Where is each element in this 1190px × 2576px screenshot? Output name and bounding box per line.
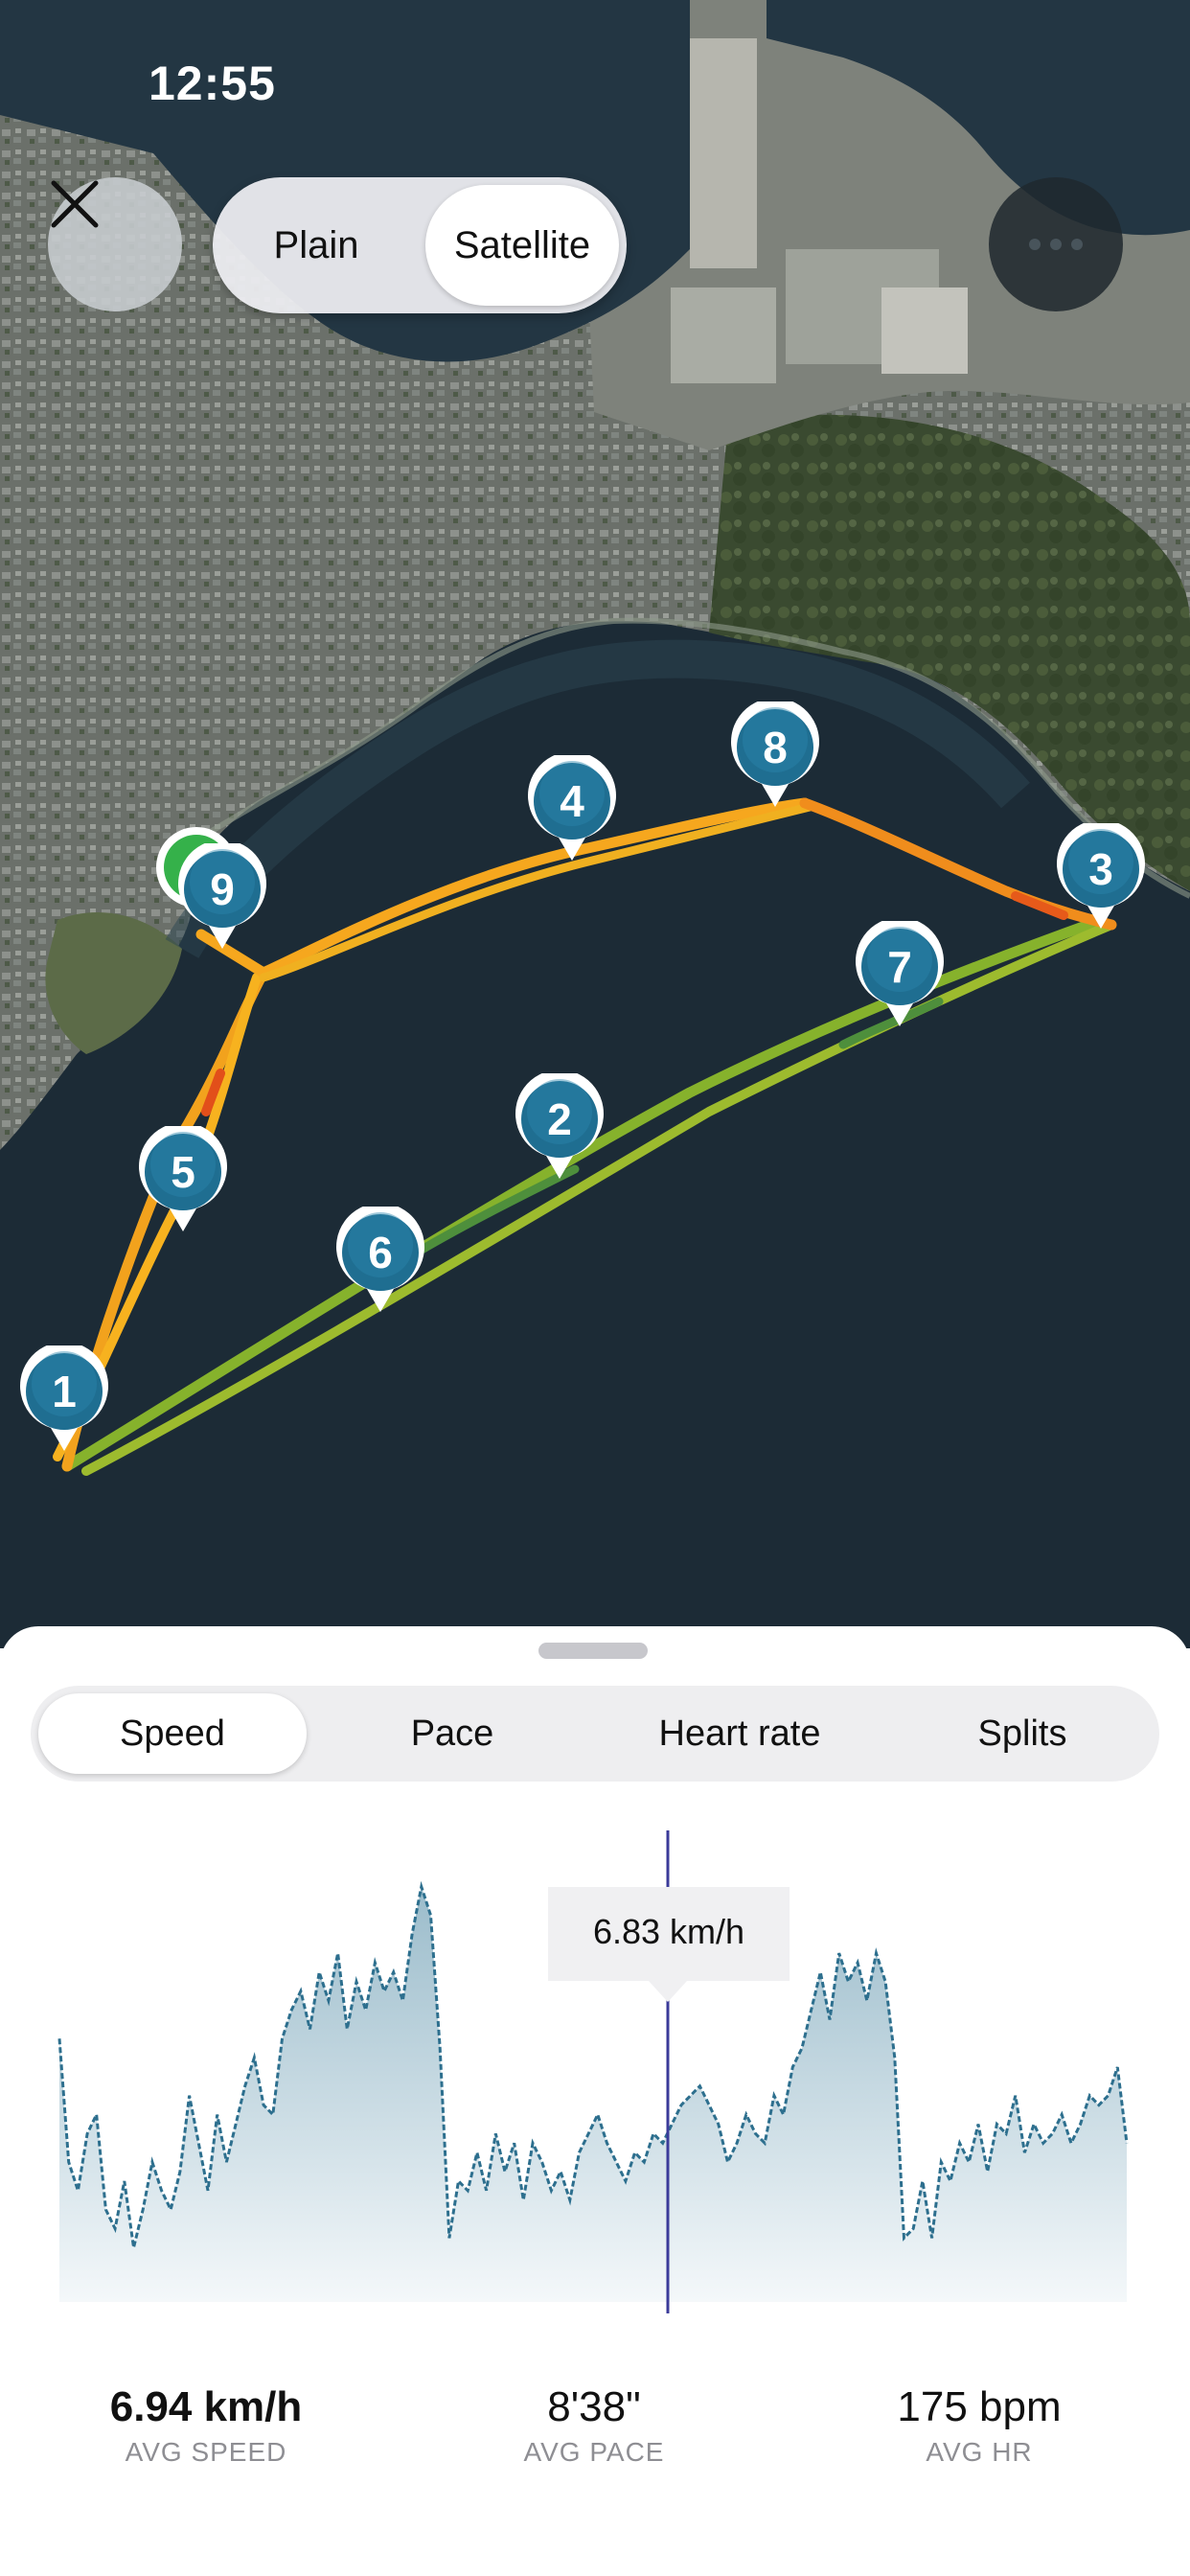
route-marker-2[interactable]: 2 [514,1073,606,1181]
route-marker-6[interactable]: 6 [334,1207,426,1314]
route-marker-9[interactable]: 9 [176,843,268,951]
tab-speed[interactable]: Speed [38,1693,307,1774]
route-marker-label: 7 [887,942,912,992]
route-marker-4[interactable]: 4 [526,755,618,862]
stat-avg-pace: 8'38" AVG PACE [422,2383,767,2468]
more-dots-icon [1029,239,1041,250]
more-dots-icon [1071,239,1083,250]
speed-chart[interactable]: 6.83 km/h [0,1818,1190,2335]
sheet-drag-handle[interactable] [538,1643,648,1659]
route-marker-label: 5 [171,1147,195,1197]
route-marker-3[interactable]: 3 [1055,823,1147,931]
satellite-map[interactable]: 1 2 3 4 5 6 7 8 9 12:55 Plain Satellite [0,0,1190,1648]
route-marker-8[interactable]: 8 [729,702,821,809]
more-dots-icon [1050,239,1062,250]
stat-avg-hr: 175 bpm AVG HR [807,2383,1152,2468]
route-marker-7[interactable]: 7 [854,921,946,1028]
close-x-icon [51,180,99,228]
route-marker-label: 4 [560,776,584,826]
map-style-toggle[interactable]: Plain Satellite [213,177,627,313]
tooltip-text: 6.83 km/h [593,1912,744,1951]
route-marker-label: 9 [210,864,235,914]
stat-value: 175 bpm [897,2383,1062,2430]
tab-pace[interactable]: Pace [318,1693,586,1774]
status-time: 12:55 [149,57,276,110]
stat-label: AVG PACE [523,2437,665,2467]
bottom-sheet: Speed Pace Heart rate Splits 6.83 km/h 6… [0,1626,1190,2576]
more-button[interactable] [989,177,1123,311]
route-marker-label: 6 [368,1228,393,1277]
plain-option[interactable]: Plain [220,185,412,306]
tab-splits[interactable]: Splits [893,1693,1152,1774]
route-marker-label: 2 [547,1094,572,1144]
route-marker-label: 1 [52,1367,77,1416]
stat-label: AVG SPEED [125,2437,287,2467]
stat-value: 6.94 km/h [109,2383,303,2430]
metric-tabs: Speed Pace Heart rate Splits [31,1686,1159,1782]
stat-avg-speed: 6.94 km/h AVG SPEED [34,2383,378,2468]
stat-label: AVG HR [926,2437,1033,2467]
route-marker-label: 3 [1088,844,1113,894]
route-marker-5[interactable]: 5 [137,1126,229,1233]
stat-value: 8'38" [547,2383,641,2430]
satellite-option[interactable]: Satellite [425,185,619,306]
route-marker-label: 8 [763,723,788,772]
tab-heart-rate[interactable]: Heart rate [596,1693,883,1774]
value-tooltip: 6.83 km/h [548,1887,790,2002]
close-button[interactable] [48,177,182,311]
route-marker-1[interactable]: 1 [18,1346,110,1453]
